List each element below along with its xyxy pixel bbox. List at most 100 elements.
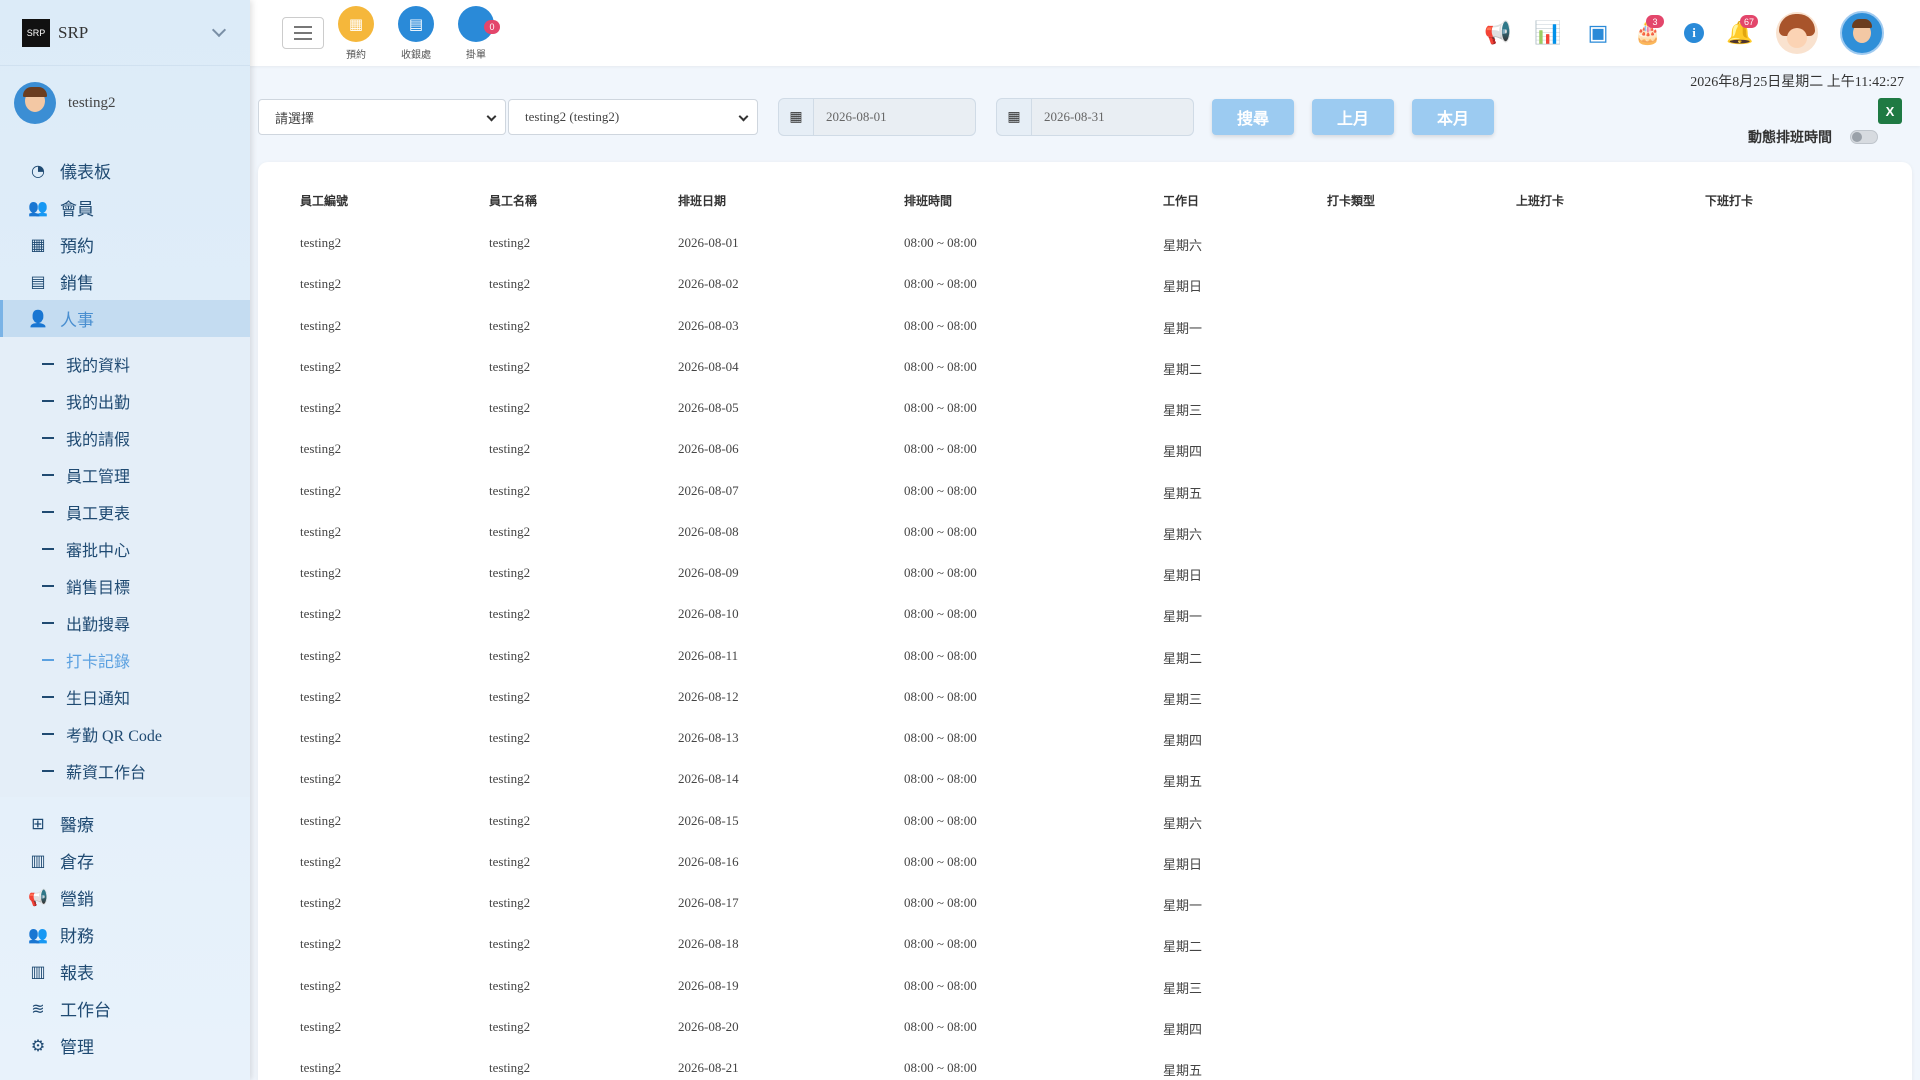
staff-avatar[interactable] bbox=[1776, 12, 1818, 54]
submenu-item[interactable]: 薪資工作台 bbox=[0, 752, 250, 789]
sidebar-item-members[interactable]: 👥 會員 bbox=[0, 189, 250, 226]
submenu-item[interactable]: 出勤搜尋 bbox=[0, 604, 250, 641]
table-row[interactable]: testing2 testing2 2026-08-19 08:00 ~ 08:00 星… bbox=[258, 978, 1912, 998]
submenu-item[interactable]: 我的出勤 bbox=[0, 382, 250, 419]
table-row[interactable]: testing2 testing2 2026-08-02 08:00 ~ 08:00 星… bbox=[258, 276, 1912, 296]
sidebar-item-admin[interactable]: ⚙ 管理 bbox=[0, 1027, 250, 1064]
table-row[interactable]: testing2 testing2 2026-08-20 08:00 ~ 08:00 星… bbox=[258, 1019, 1912, 1039]
column-header[interactable]: 員工編號 bbox=[300, 192, 348, 209]
sidebar-item-warehouse[interactable]: ▥ 倉存 bbox=[0, 842, 250, 879]
submenu-item[interactable]: 銷售目標 bbox=[0, 567, 250, 604]
submenu-item[interactable]: 我的資料 bbox=[0, 345, 250, 382]
table-row[interactable]: testing2 testing2 2026-08-18 08:00 ~ 08:00 星… bbox=[258, 936, 1912, 956]
table-cell: 08:00 ~ 08:00 bbox=[904, 977, 977, 993]
megaphone-icon[interactable]: 📢 bbox=[1484, 19, 1512, 47]
submenu-item-punch-records[interactable]: 打卡記錄 bbox=[0, 641, 250, 678]
menu-toggle-button[interactable] bbox=[282, 17, 324, 49]
sidebar-item-marketing[interactable]: 📢 營銷 bbox=[0, 879, 250, 916]
table-row[interactable]: testing2 testing2 2026-08-16 08:00 ~ 08:00 星… bbox=[258, 854, 1912, 874]
submenu-item[interactable]: 考勤 QR Code bbox=[0, 715, 250, 752]
table-cell: 08:00 ~ 08:00 bbox=[904, 771, 977, 787]
qr-code-icon[interactable]: ▣ bbox=[1584, 19, 1612, 47]
sidebar-item-label: 儀表板 bbox=[60, 163, 111, 182]
quick-booking-label: 預約 bbox=[346, 49, 366, 61]
table-cell: 08:00 ~ 08:00 bbox=[904, 1060, 977, 1075]
table-row[interactable]: testing2 testing2 2026-08-14 08:00 ~ 08:00 星… bbox=[258, 771, 1912, 791]
table-header: 員工編號 員工名稱 排班日期 排班時間 工作日 打卡類型 上班打卡 下班打卡 bbox=[258, 192, 1912, 212]
submenu-item[interactable]: 員工更表 bbox=[0, 493, 250, 530]
sidebar-item-label: 營銷 bbox=[60, 890, 94, 909]
sidebar-user[interactable]: testing2 bbox=[0, 66, 250, 140]
table-cell: 08:00 ~ 08:00 bbox=[904, 606, 977, 622]
submenu-item[interactable]: 審批中心 bbox=[0, 530, 250, 567]
table-cell: 08:00 ~ 08:00 bbox=[904, 317, 977, 333]
table-cell: 08:00 ~ 08:00 bbox=[904, 400, 977, 415]
table-row[interactable]: testing2 testing2 2026-08-10 08:00 ~ 08:00 星… bbox=[258, 606, 1912, 626]
date-to-group: ▦ 2026-08-31 bbox=[996, 98, 1194, 136]
table-row[interactable]: testing2 testing2 2026-08-03 08:00 ~ 08:00 星… bbox=[258, 318, 1912, 338]
chart-icon[interactable]: 📊 bbox=[1534, 19, 1562, 47]
dash-icon bbox=[42, 769, 54, 772]
table-row[interactable]: testing2 testing2 2026-08-08 08:00 ~ 08:00 星… bbox=[258, 524, 1912, 544]
excel-export-icon[interactable]: X bbox=[1878, 98, 1902, 124]
sidebar-item-finance[interactable]: 👥 財務 bbox=[0, 916, 250, 953]
table-cell: testing2 bbox=[300, 523, 342, 539]
dynamic-schedule-toggle[interactable] bbox=[1850, 130, 1878, 144]
notifications-button[interactable]: 🔔 67 bbox=[1726, 15, 1759, 47]
table-row[interactable]: testing2 testing2 2026-08-04 08:00 ~ 08:00 星… bbox=[258, 359, 1912, 379]
table-cell: 星期五 bbox=[1163, 774, 1203, 790]
warehouse-icon: ▥ bbox=[30, 851, 46, 870]
table-row[interactable]: testing2 testing2 2026-08-05 08:00 ~ 08:00 星… bbox=[258, 400, 1912, 420]
info-icon[interactable]: i bbox=[1684, 23, 1704, 43]
table-row[interactable]: testing2 testing2 2026-08-11 08:00 ~ 08:00 星… bbox=[258, 648, 1912, 668]
this-month-button[interactable]: 本月 bbox=[1412, 99, 1494, 135]
table-row[interactable]: testing2 testing2 2026-08-09 08:00 ~ 08:00 星… bbox=[258, 565, 1912, 585]
birthday-cake-button[interactable]: 🎂 3 bbox=[1634, 15, 1664, 47]
submenu-item[interactable]: 生日通知 bbox=[0, 678, 250, 715]
calendar-icon[interactable]: ▦ bbox=[996, 98, 1032, 136]
column-header[interactable]: 下班打卡 bbox=[1705, 192, 1753, 209]
sidebar-item-label: 醫療 bbox=[60, 816, 94, 835]
column-header[interactable]: 上班打卡 bbox=[1516, 192, 1564, 209]
column-header[interactable]: 打卡類型 bbox=[1327, 192, 1375, 209]
date-from-input[interactable]: 2026-08-01 bbox=[814, 98, 976, 136]
table-row[interactable]: testing2 testing2 2026-08-06 08:00 ~ 08:00 星… bbox=[258, 441, 1912, 461]
sidebar-item-reports[interactable]: ▥ 報表 bbox=[0, 953, 250, 990]
column-header[interactable]: 排班日期 bbox=[678, 192, 726, 209]
table-row[interactable]: testing2 testing2 2026-08-17 08:00 ~ 08:00 星… bbox=[258, 895, 1912, 915]
chevron-down-icon bbox=[738, 111, 749, 122]
prev-month-button[interactable]: 上月 bbox=[1312, 99, 1394, 135]
quick-cashier-button[interactable]: ▤ 收銀處 bbox=[398, 5, 434, 61]
table-row[interactable]: testing2 testing2 2026-08-12 08:00 ~ 08:00 星… bbox=[258, 689, 1912, 709]
quick-booking-button[interactable]: ▦ 預約 bbox=[338, 5, 374, 61]
employee-select[interactable]: testing2 (testing2) bbox=[508, 99, 758, 135]
table-row[interactable]: testing2 testing2 2026-08-01 08:00 ~ 08:00 星… bbox=[258, 235, 1912, 255]
sidebar-item-medical[interactable]: ⊞ 醫療 bbox=[0, 805, 250, 842]
table-cell: 星期二 bbox=[1163, 650, 1203, 666]
chevron-down-icon[interactable] bbox=[211, 22, 227, 38]
column-header[interactable]: 工作日 bbox=[1163, 192, 1199, 209]
quick-pending-button[interactable]: 0 掛單 bbox=[458, 5, 500, 61]
sidebar-item-sales[interactable]: ▤ 銷售 bbox=[0, 263, 250, 300]
submenu-item[interactable]: 員工管理 bbox=[0, 456, 250, 493]
table-row[interactable]: testing2 testing2 2026-08-13 08:00 ~ 08:00 星… bbox=[258, 730, 1912, 750]
table-cell: testing2 bbox=[489, 936, 531, 952]
sidebar-item-booking[interactable]: ▦ 預約 bbox=[0, 226, 250, 263]
table-row[interactable]: testing2 testing2 2026-08-07 08:00 ~ 08:00 星… bbox=[258, 483, 1912, 503]
brand-header[interactable]: SRP SRP bbox=[0, 0, 250, 66]
calendar-icon[interactable]: ▦ bbox=[778, 98, 814, 136]
table-cell: testing2 bbox=[489, 688, 531, 704]
date-to-input[interactable]: 2026-08-31 bbox=[1032, 98, 1194, 136]
column-header[interactable]: 員工名稱 bbox=[489, 192, 537, 209]
sidebar-item-hr[interactable]: 👤 人事 bbox=[0, 300, 250, 337]
store-select[interactable]: 請選擇 bbox=[258, 99, 506, 135]
submenu-item[interactable]: 我的請假 bbox=[0, 419, 250, 456]
column-header[interactable]: 排班時間 bbox=[904, 192, 952, 209]
table-row[interactable]: testing2 testing2 2026-08-15 08:00 ~ 08:00 星… bbox=[258, 813, 1912, 833]
search-button[interactable]: 搜尋 bbox=[1212, 99, 1294, 135]
table-cell: 2026-08-19 bbox=[678, 977, 739, 993]
sidebar-item-dashboard[interactable]: ◔ 儀表板 bbox=[0, 152, 250, 189]
sidebar-item-workbench[interactable]: ≋ 工作台 bbox=[0, 990, 250, 1027]
table-row[interactable]: testing2 testing2 2026-08-21 08:00 ~ 08:00 星… bbox=[258, 1060, 1912, 1080]
user-avatar[interactable] bbox=[1840, 11, 1884, 55]
